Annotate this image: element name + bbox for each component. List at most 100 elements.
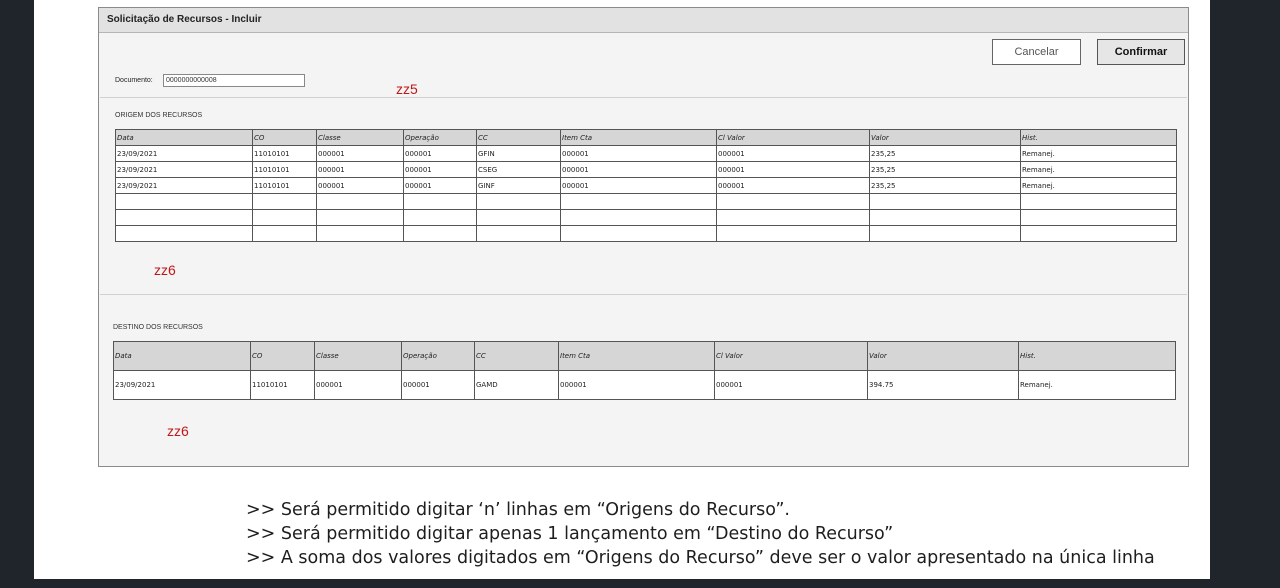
note-line: >> A soma dos valores digitados em “Orig…	[246, 548, 1155, 568]
table-row[interactable]	[115, 193, 1177, 210]
table-cell[interactable]: 11010101	[250, 370, 315, 400]
table-cell[interactable]	[560, 193, 717, 210]
table-cell[interactable]: 000001	[716, 161, 870, 178]
table-cell[interactable]	[403, 209, 477, 226]
column-header: CC	[474, 341, 559, 371]
table-cell[interactable]	[252, 225, 317, 242]
destino-section-label: DESTINO DOS RECURSOS	[113, 324, 203, 331]
table-cell[interactable]	[115, 193, 253, 210]
column-header: Hist.	[1018, 341, 1176, 371]
dialog-title: Solicitação de Recursos - Incluir	[99, 8, 1188, 33]
table-cell[interactable]: 394.75	[867, 370, 1019, 400]
right-background	[1210, 0, 1280, 588]
column-header: CO	[252, 129, 317, 146]
table-cell[interactable]	[869, 225, 1021, 242]
table-cell[interactable]: 000001	[403, 177, 477, 194]
column-header: Classe	[314, 341, 402, 371]
table-cell[interactable]: 000001	[403, 145, 477, 162]
table-cell[interactable]: 000001	[716, 177, 870, 194]
table-cell[interactable]	[869, 209, 1021, 226]
documento-input[interactable]: 0000000000008	[163, 74, 305, 87]
table-cell[interactable]: 000001	[560, 161, 717, 178]
table-cell[interactable]	[716, 209, 870, 226]
table-cell[interactable]: 23/09/2021	[115, 161, 253, 178]
table-row[interactable]: 23/09/2021 11010101 000001 000001 GAMD 000001…	[113, 370, 1176, 400]
table-cell[interactable]	[316, 209, 404, 226]
cancel-button[interactable]: Cancelar	[992, 39, 1081, 65]
table-cell[interactable]	[1020, 193, 1177, 210]
table-cell[interactable]: GINF	[476, 177, 561, 194]
table-cell[interactable]	[115, 225, 253, 242]
table-cell[interactable]: 000001	[314, 370, 402, 400]
column-header: Valor	[869, 129, 1021, 146]
table-cell[interactable]: 000001	[714, 370, 868, 400]
origem-grid: Data CO Classe Operação CC Item Cta Cl Valor Va…	[115, 129, 1177, 242]
table-cell[interactable]	[560, 209, 717, 226]
confirm-button[interactable]: Confirmar	[1097, 39, 1185, 65]
table-cell[interactable]: 000001	[558, 370, 715, 400]
table-row[interactable]	[115, 225, 1177, 242]
divider	[100, 97, 1187, 98]
table-cell[interactable]: 11010101	[252, 161, 317, 178]
table-cell[interactable]: 000001	[316, 177, 404, 194]
dialog-window: Solicitação de Recursos - Incluir Cancel…	[98, 7, 1189, 467]
table-cell[interactable]	[252, 193, 317, 210]
table-row[interactable]: 23/09/2021 11010101 000001 000001 GFIN 000001…	[115, 145, 1177, 162]
table-cell[interactable]: 000001	[716, 145, 870, 162]
table-cell[interactable]: 23/09/2021	[115, 177, 253, 194]
table-cell[interactable]	[252, 209, 317, 226]
origem-section-label: ORIGEM DOS RECURSOS	[115, 112, 203, 119]
destino-grid: Data CO Classe Operação CC Item Cta Cl Valor Va…	[113, 341, 1176, 400]
table-cell[interactable]	[869, 193, 1021, 210]
table-cell[interactable]	[476, 193, 561, 210]
column-header: Operação	[401, 341, 475, 371]
toolbar: Cancelar Confirmar	[99, 33, 1188, 71]
table-cell[interactable]	[1020, 209, 1177, 226]
notes-block: >> Será permitido digitar ‘n’ linhas em …	[246, 498, 1155, 570]
table-cell[interactable]: 11010101	[252, 145, 317, 162]
table-cell[interactable]: Remanej.	[1020, 161, 1177, 178]
table-cell[interactable]	[716, 225, 870, 242]
column-header: Hist.	[1020, 129, 1177, 146]
table-cell[interactable]: 000001	[401, 370, 475, 400]
table-cell[interactable]: 235,25	[869, 145, 1021, 162]
table-cell[interactable]: Remanej.	[1018, 370, 1176, 400]
table-cell[interactable]	[476, 209, 561, 226]
table-cell[interactable]	[476, 225, 561, 242]
table-cell[interactable]: 235,25	[869, 177, 1021, 194]
table-cell[interactable]: 000001	[403, 161, 477, 178]
table-cell[interactable]: 000001	[316, 161, 404, 178]
table-row[interactable]: 23/09/2021 11010101 000001 000001 GINF 000001…	[115, 177, 1177, 194]
column-header: Valor	[867, 341, 1019, 371]
table-cell[interactable]: CSEG	[476, 161, 561, 178]
destino-header-row: Data CO Classe Operação CC Item Cta Cl Valor Va…	[113, 341, 1176, 371]
table-cell[interactable]: 23/09/2021	[115, 145, 253, 162]
table-cell[interactable]: 000001	[316, 145, 404, 162]
table-cell[interactable]	[316, 193, 404, 210]
column-header: Item Cta	[560, 129, 717, 146]
table-row[interactable]	[115, 209, 1177, 226]
table-cell[interactable]: 23/09/2021	[113, 370, 251, 400]
table-cell[interactable]: 000001	[560, 145, 717, 162]
table-cell[interactable]	[403, 193, 477, 210]
table-cell[interactable]: GAMD	[474, 370, 559, 400]
note-line: >> Será permitido digitar ‘n’ linhas em …	[246, 500, 790, 520]
table-cell[interactable]	[716, 193, 870, 210]
note-line: >> Será permitido digitar apenas 1 lança…	[246, 524, 894, 544]
table-cell[interactable]: Remanej.	[1020, 145, 1177, 162]
table-cell[interactable]	[1020, 225, 1177, 242]
table-cell[interactable]: Remanej.	[1020, 177, 1177, 194]
documento-label: Documento:	[115, 77, 153, 84]
table-row[interactable]: 23/09/2021 11010101 000001 000001 CSEG 000001…	[115, 161, 1177, 178]
table-cell[interactable]	[560, 225, 717, 242]
table-cell[interactable]	[316, 225, 404, 242]
table-cell[interactable]: GFIN	[476, 145, 561, 162]
table-cell[interactable]: 235,25	[869, 161, 1021, 178]
table-cell[interactable]	[403, 225, 477, 242]
table-cell[interactable]	[115, 209, 253, 226]
table-cell[interactable]: 000001	[560, 177, 717, 194]
origem-header-row: Data CO Classe Operação CC Item Cta Cl Valor Va…	[115, 129, 1177, 146]
annotation-zz5: zz5	[396, 81, 418, 97]
annotation-zz6-origem: zz6	[154, 262, 176, 278]
table-cell[interactable]: 11010101	[252, 177, 317, 194]
